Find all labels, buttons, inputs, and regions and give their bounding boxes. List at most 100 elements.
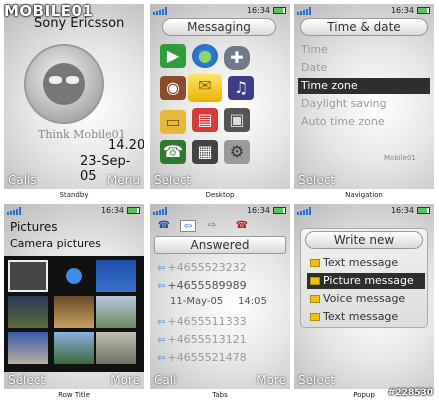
folder-icon[interactable]: ▭ [160,110,186,134]
thumbnail[interactable] [8,296,48,328]
soft-key-call[interactable]: Call [154,373,176,387]
status-time: 16:34 [390,6,414,15]
signal-icon [153,7,167,15]
thumbnail[interactable] [96,332,136,364]
caption-desktop: Desktop [205,191,235,199]
media-icon[interactable]: ♫ [228,76,254,100]
popup-item-voice-message[interactable]: Voice message [307,291,425,307]
camera-icon[interactable]: ◉ [160,76,186,100]
thumbnail[interactable] [54,332,94,364]
soft-key-menu[interactable]: Menu [107,173,140,187]
menu-item-auto-time-zone[interactable]: Auto time zone [298,114,430,130]
soft-key-select[interactable]: Select [298,373,335,387]
desktop-title: Messaging [162,18,276,36]
popup-screen: 16:34 Write new Text message Picture mes… [294,204,434,389]
mobile01-emblem [24,44,104,124]
row-title-screen: 16:34 Pictures Camera pictures Select Mo… [4,204,144,389]
navigation-title: Time & date [300,18,428,36]
battery-icon [417,207,430,214]
status-bar: 16:34 [294,204,434,218]
tab-answered[interactable]: ⇦ [180,220,196,232]
call-row[interactable]: ⇦ +4655589989 [154,278,288,294]
soft-key-select[interactable]: Select [154,173,191,187]
envelope-icon[interactable]: ✉ [188,74,222,102]
desktop-icon-grid: ▶ ● ✚ ◉ ✉ ♫ ▭ ▤ ▣ ☎ ▦ ⚙ [158,44,284,169]
battery-icon [273,7,286,14]
play-icon[interactable]: ▶ [160,44,186,68]
popup-dialog: Write new Text message Picture message V… [300,228,428,328]
watermark-logo: MOBILE01 [4,2,94,20]
status-time: 16:34 [100,206,124,215]
call-time: 14:05 [238,296,267,307]
desktop-screen: 16:34 Messaging ▶ ● ✚ ◉ ✉ ♫ ▭ ▤ ▣ ☎ ▦ ⚙ … [150,4,290,189]
battery-icon [417,7,430,14]
screenshot-collage: Sony Ericsson Think Mobile01 14.20 23-Se… [0,0,439,400]
status-time: 16:34 [246,206,270,215]
row-title: Pictures [10,220,58,234]
signal-icon [7,207,21,215]
call-date: 11-May-05 [170,296,224,307]
soft-key-more[interactable]: More [256,373,286,387]
call-row[interactable]: ⇦ +4655513121 [154,332,288,348]
status-time: 16:34 [246,6,270,15]
menu-item-time-zone[interactable]: Time zone [298,78,430,94]
caption-tabs: Tabs [212,391,228,399]
soft-key-select[interactable]: Select [8,373,45,387]
tab-dialed[interactable]: ⇨ [204,220,220,232]
thumbnail[interactable] [8,332,48,364]
envelope-icon [310,259,320,267]
footer-brand: Mobile01 [384,154,416,162]
battery-icon [127,207,140,214]
tab-missed[interactable]: ☎ [234,220,250,232]
signal-icon [297,207,311,215]
envelope-icon [310,295,320,303]
thumbnail[interactable] [54,296,94,328]
status-bar: 16:34 [150,204,290,218]
signal-icon [153,207,167,215]
menu-item-time[interactable]: Time [298,42,430,58]
contacts-icon[interactable]: ☎ [160,140,186,164]
row-subtitle: Camera pictures [10,237,101,250]
thumbnail[interactable] [54,260,94,292]
credit-id: #228530 [387,388,433,398]
radio-icon[interactable]: ▣ [224,108,250,132]
battery-icon [273,207,286,214]
standby-screen: Sony Ericsson Think Mobile01 14.20 23-Se… [4,4,144,189]
popup-item-picture-message[interactable]: Picture message [307,273,425,289]
globe-icon[interactable]: ● [192,44,218,68]
navigation-screen: 16:34 Time & date Time Date Time zone Da… [294,4,434,189]
calendar-icon[interactable]: ▦ [192,140,218,164]
envelope-icon [310,277,320,285]
call-row[interactable]: ⇦ +4655521478 [154,350,288,366]
thumbnail[interactable] [96,260,136,292]
popup-title: Write new [305,231,423,249]
caption-navigation: Navigation [345,191,383,199]
signal-icon [297,7,311,15]
call-row[interactable]: ⇦ +4655523232 [154,260,288,276]
notebook-icon[interactable]: ▤ [192,108,218,132]
clock-time: 14.20 [108,138,144,153]
soft-key-more[interactable]: More [110,373,140,387]
popup-item-text-message[interactable]: Text message [307,255,425,271]
status-bar: 16:34 [4,204,144,218]
soft-key-select[interactable]: Select [298,173,335,187]
settings-icon[interactable]: ⚙ [224,140,250,164]
status-time: 16:34 [390,206,414,215]
tabs-title: Answered [154,236,286,254]
call-detail: 11-May-05 14:05 [154,294,286,310]
status-bar: 16:34 [150,4,290,18]
caption-row-title: Row Title [58,391,90,399]
menu-item-date[interactable]: Date [298,60,430,76]
thumbnail[interactable] [8,260,48,292]
caption-standby: Standby [59,191,89,199]
menu-item-daylight-saving[interactable]: Daylight saving [298,96,430,112]
picture-grid [4,256,144,372]
thumbnail[interactable] [96,296,136,328]
gamepad-icon[interactable]: ✚ [224,46,250,70]
envelope-icon [310,313,320,321]
soft-key-calls[interactable]: Calls [8,173,37,187]
tab-all-calls[interactable]: ☎ [156,220,172,232]
tabs-screen: 16:34 ☎ ⇦ ⇨ ☎ Answered ⇦ +4655523232 ⇦ +46… [150,204,290,389]
popup-item-text-message-2[interactable]: Text message [307,309,425,325]
call-row[interactable]: ⇦ +4655511333 [154,314,288,330]
